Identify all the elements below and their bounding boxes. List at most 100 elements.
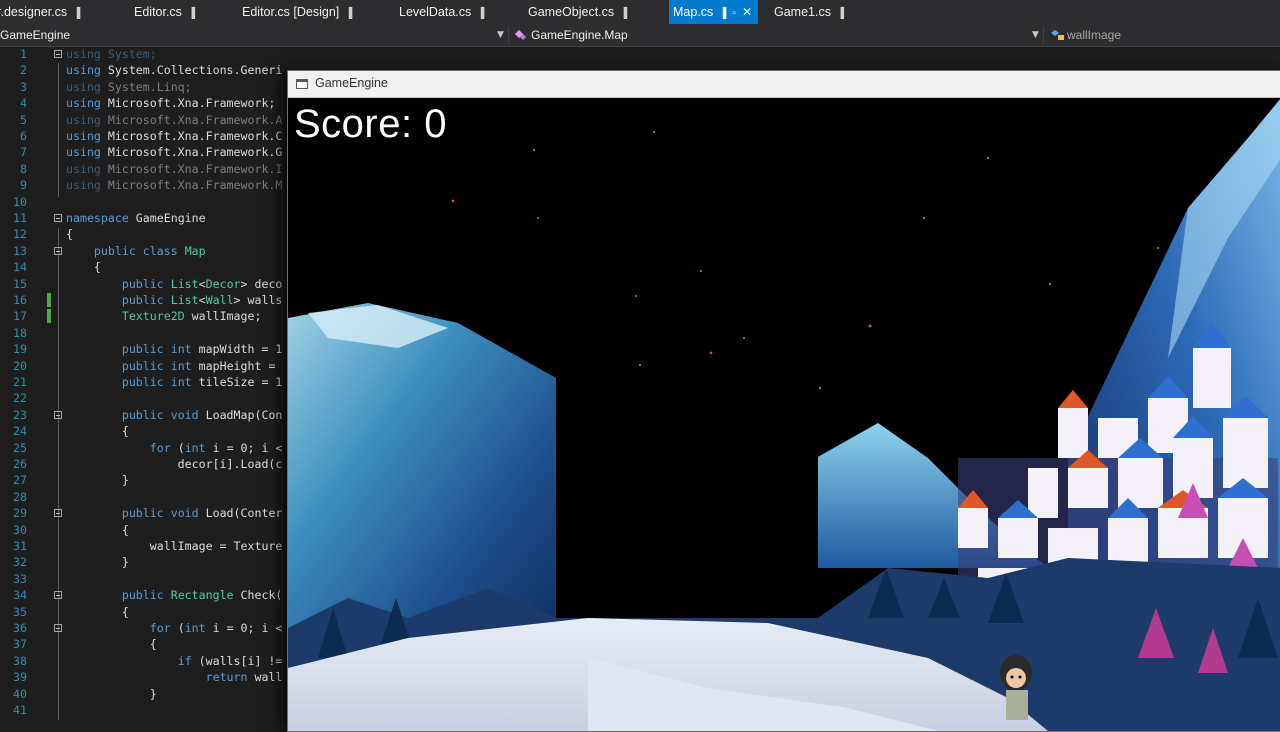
tab-leveldata-cs[interactable]: LevelData.cs ▐ [399,0,484,24]
pin-icon[interactable]: ▐ [73,8,80,19]
code-line[interactable]: 18 [0,325,290,341]
collapse-icon[interactable] [54,246,62,255]
code-line[interactable]: 6 using Microsoft.Xna.Framework.C [0,128,290,144]
code-line[interactable]: 15 public List<Decor> deco [0,276,290,292]
code-line[interactable]: 33 [0,571,290,587]
code-line[interactable]: 29 public void Load(Conter [0,505,290,521]
code-text: using Microsoft.Xna.Framework.M [66,178,283,193]
code-text: public int mapHeight = [121,358,276,373]
tab-gameobject-cs[interactable]: GameObject.cs ▐ [528,0,627,24]
tab-editor-design[interactable]: Editor.cs [Design] ▐ [242,0,352,24]
code-line[interactable]: 4 using Microsoft.Xna.Framework; [0,95,290,111]
code-text: public void Load(Conter [121,506,283,521]
code-text: public List<Wall> walls [121,293,283,307]
code-text: Texture2D wallImage; [121,309,262,324]
code-text: public class Map [93,243,206,258]
document-tab-bar: r.designer.cs ▐ Editor.cs ▐ Editor.cs [Des… [0,0,1280,24]
tab-editor-cs[interactable]: Editor.cs ▐ [134,0,195,24]
close-icon[interactable]: ✕ [742,5,752,19]
line-number: 34 [13,588,27,603]
pin-icon[interactable]: ▐ [620,8,627,19]
chevron-down-icon[interactable]: ▼ [497,24,504,46]
code-line[interactable]: 8 using Microsoft.Xna.Framework.I [0,161,290,177]
code-line[interactable]: 37 { [0,636,290,652]
code-line[interactable]: 23 public void LoadMap(Con [0,407,290,423]
class-dropdown[interactable]: GameEngine.Map [514,24,628,46]
code-line[interactable]: 38 if (walls[i] != [0,653,290,669]
code-text: using Microsoft.Xna.Framework.G [66,145,283,160]
window-title: GameEngine [315,76,388,90]
code-line[interactable]: 14 { [0,259,290,275]
code-line[interactable]: 1 using System; [0,46,290,62]
chevron-down-icon[interactable]: ▼ [1032,24,1039,46]
collapse-icon[interactable] [54,509,62,518]
game-window-titlebar[interactable]: GameEngine [288,71,1280,98]
code-line[interactable]: 36 for (int i = 0; i < [0,620,290,636]
code-line[interactable]: 5 using Microsoft.Xna.Framework.A [0,112,290,128]
code-line[interactable]: 17 Texture2D wallImage; [0,308,290,324]
member-dropdown[interactable]: wallImage [1049,24,1121,46]
code-line[interactable]: 26 decor[i].Load(c [0,456,290,472]
code-line[interactable]: 13 public class Map [0,243,290,259]
code-text: using System.Collections.Generi [66,63,283,78]
line-number: 5 [20,112,27,127]
collapse-icon[interactable] [54,591,62,600]
code-line[interactable]: 41 [0,702,290,718]
tab-map-cs[interactable]: Map.cs ▐ ▫ ✕ [669,0,758,24]
code-line[interactable]: 31 wallImage = Texture [0,538,290,554]
navigation-bar: GameEngine ▼ GameEngine.Map ▼ wallImage [0,24,1280,47]
code-line[interactable]: 40 } [0,686,290,702]
code-line[interactable]: 39 return wall [0,669,290,685]
code-text: namespace GameEngine [66,211,206,225]
game-window[interactable]: GameEngine Score: 0 [287,70,1280,732]
code-line[interactable]: 27 } [0,472,290,488]
code-line[interactable]: 19 public int mapWidth = 1 [0,341,290,357]
line-number: 29 [13,506,27,521]
code-line[interactable]: 10 [0,194,290,210]
pin-icon[interactable]: ▐ [345,8,352,19]
code-text: if (walls[i] != [177,653,283,668]
pin-icon[interactable]: ▐ [188,8,195,19]
code-line[interactable]: 21 public int tileSize = 1 [0,374,290,390]
code-text: using Microsoft.Xna.Framework.A [66,112,283,127]
code-line[interactable]: 3 using System.Linq; [0,79,290,95]
collapse-icon[interactable] [54,410,62,419]
code-line[interactable]: 25 for (int i = 0; i < [0,440,290,456]
code-line[interactable]: 35 { [0,604,290,620]
code-line[interactable]: 32 } [0,554,290,570]
code-text: for (int i = 0; i < [149,440,283,455]
code-line[interactable]: 7 using Microsoft.Xna.Framework.G [0,144,290,160]
code-line[interactable]: 2 using System.Collections.Generi [0,62,290,78]
collapse-icon[interactable] [54,214,62,222]
game-viewport[interactable]: Score: 0 [288,98,1280,731]
code-line[interactable]: 30 { [0,522,290,538]
project-label: GameEngine [0,28,71,42]
code-line[interactable]: 22 [0,390,290,406]
code-line[interactable]: 24 { [0,423,290,439]
line-number: 38 [13,653,27,668]
tab-designer-cs[interactable]: r.designer.cs ▐ [0,0,80,24]
collapse-icon[interactable] [54,624,62,632]
project-dropdown[interactable]: GameEngine [0,24,70,46]
code-line[interactable]: 11 namespace GameEngine [0,210,290,226]
code-line[interactable]: 16 public List<Wall> walls [0,292,290,308]
tab-game1-cs[interactable]: Game1.cs ▐ [774,0,844,24]
pin-icon[interactable]: ▐ [837,8,844,19]
collapse-icon[interactable] [54,50,62,58]
pin-icon[interactable]: ▐ [719,8,726,19]
code-line[interactable]: 20 public int mapHeight = [0,358,290,374]
pin-icon[interactable]: ▐ [477,8,484,19]
code-line[interactable]: 9 using Microsoft.Xna.Framework.M [0,177,290,193]
code-text: } [66,686,157,701]
line-number: 30 [13,522,27,537]
code-line[interactable]: 28 [0,489,290,505]
line-number: 26 [13,457,27,471]
code-line[interactable]: 34 public Rectangle Check( [0,587,290,603]
keep-open-icon[interactable]: ▫ [732,8,736,19]
line-number: 7 [20,145,27,160]
line-number: 13 [13,243,27,258]
line-number: 27 [13,473,27,488]
divider [508,26,509,44]
line-number: 28 [13,489,27,504]
code-line[interactable]: 12 { [0,226,290,242]
